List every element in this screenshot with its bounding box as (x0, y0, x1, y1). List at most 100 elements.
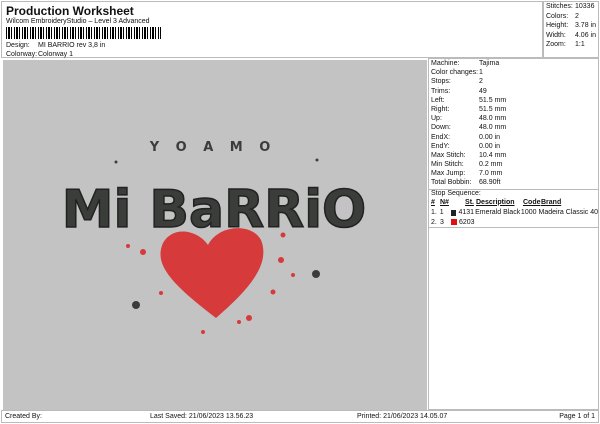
stat-value: 2 (575, 12, 579, 20)
heart-splatter (126, 228, 295, 334)
worksheet-header: Production Worksheet Wilcom EmbroiderySt… (1, 1, 543, 58)
details-panel: Machine: Tajima Color changes: 1 Stops: 2 Trim… (428, 58, 599, 410)
col-num: # (431, 198, 435, 206)
design-dot (312, 270, 320, 278)
detail-value: 68.90ft (479, 179, 501, 187)
detail-label: Stops: (431, 78, 451, 86)
detail-value: Tajima (479, 60, 500, 67)
embroidery-design: Y O A M O Mi BaRRiO (61, 140, 367, 334)
stat-value: 1:1 (575, 41, 585, 48)
detail-label: Max Jump: (431, 170, 466, 178)
detail-label: Machine: (431, 60, 460, 67)
detail-label: Up: (431, 115, 442, 123)
design-text-top: Y O A M O (149, 140, 277, 155)
detail-label: Down: (431, 124, 451, 132)
detail-row: EndX: 0.00 in (429, 134, 598, 143)
stat-label: Colors: (546, 12, 569, 20)
design-row: Design: MI BARRIO rev 3,8 in (6, 42, 105, 49)
colorway-label: Colorway: (6, 51, 38, 58)
col-st: St. (465, 198, 474, 206)
stop-row: 1. 1 4131 Emerald Black 1000 Madeira Classic … (429, 208, 598, 218)
stat-label: Width: (546, 31, 566, 39)
design-dot (132, 301, 140, 309)
col-code: Code (523, 198, 541, 206)
detail-value: 1 (479, 69, 483, 77)
detail-value: 0.2 mm (479, 161, 503, 169)
page-number: Page 1 of 1 (559, 413, 595, 420)
stat-label: Stitches: (546, 3, 573, 10)
detail-value: 10.4 mm (479, 151, 507, 159)
detail-row: EndY: 0.00 in (429, 143, 598, 152)
col-description: Description (476, 198, 515, 206)
detail-row: Max Jump: 7.0 mm (429, 170, 598, 179)
detail-value: 51.5 mm (479, 105, 507, 113)
design-text-main: Mi BaRRiO (62, 180, 367, 240)
detail-label: Color changes: (431, 69, 479, 77)
needle-num: 1 (439, 209, 444, 217)
design-dot (114, 160, 118, 164)
detail-value: 51.5 mm (479, 96, 507, 104)
detail-label: Left: (431, 96, 445, 104)
detail-value: 0.00 in (479, 142, 501, 150)
detail-row: Stops: 2 (429, 78, 598, 87)
detail-value: 7.0 mm (479, 170, 503, 178)
detail-value: 48.0 mm (479, 115, 507, 123)
design-label: Design: (6, 42, 30, 49)
stop-num: 2. (431, 218, 437, 226)
thread-code: 1000 (520, 209, 537, 217)
stat-row: Stitches: 10336 (546, 3, 596, 13)
stat-label: Zoom: (546, 41, 566, 48)
stat-value: 3.78 in (574, 22, 596, 29)
stats-box: Stitches: 10336 Colors: 2 Height: 3.78 in Widt… (543, 1, 599, 58)
stat-row: Zoom: 1:1 (546, 41, 596, 51)
stat-row: Height: 3.78 in (546, 22, 596, 32)
detail-label: Trims: (431, 87, 451, 95)
stitch-count: 6203 (459, 218, 475, 226)
col-brand: Brand (541, 198, 562, 206)
stop-num: 1. (431, 209, 437, 217)
detail-label: Max Stitch: (431, 151, 466, 159)
stat-row: Colors: 2 (546, 13, 596, 23)
detail-row: Down: 48.0 mm (429, 124, 598, 133)
design-dot (315, 158, 319, 162)
stat-label: Height: (546, 22, 569, 29)
stop-row: 2. 3 6203 (429, 217, 598, 227)
design-value: MI BARRIO rev 3,8 in (38, 42, 106, 49)
stitch-count: 4131 (458, 209, 475, 217)
detail-row: Machine: Tajima (429, 60, 598, 69)
color-swatch (451, 219, 457, 226)
stat-value: 10336 (575, 3, 595, 10)
needle-num: 3 (440, 218, 444, 226)
thread-brand: Madeira Classic 40 (538, 209, 599, 217)
detail-row: Up: 48.0 mm (429, 115, 598, 124)
software-name: Wilcom EmbroideryStudio – Level 3 Advanc… (6, 18, 150, 25)
detail-label: Total Bobbin: (431, 179, 472, 187)
last-saved: Last Saved: 21/06/2023 13.56.23 (150, 413, 254, 420)
colorway-row: Colorway: Colorway 1 (6, 51, 73, 58)
colorway-value: Colorway 1 (38, 51, 74, 58)
detail-row: Right: 51.5 mm (429, 106, 598, 115)
detail-row: Min Stitch: 0.2 mm (429, 161, 598, 170)
detail-label: Right: (431, 105, 450, 113)
detail-value: 48.0 mm (479, 124, 507, 132)
printed: Printed: 21/06/2023 14.05.07 (357, 413, 448, 420)
stop-sequence-label: Stop Sequence: (431, 189, 481, 197)
detail-row: Max Stitch: 10.4 mm (429, 152, 598, 161)
thread-description: Emerald Black (475, 209, 521, 217)
detail-label: EndY: (431, 142, 450, 150)
page-title: Production Worksheet (6, 4, 134, 18)
stat-value: 4.06 in (574, 31, 596, 39)
created-by: Created By: (5, 413, 42, 420)
design-preview: Y O A M O Mi BaRRiO (3, 60, 427, 410)
detail-row: Color changes: 1 (429, 69, 598, 78)
detail-row: Trims: 49 (429, 88, 598, 97)
stat-row: Width: 4.06 in (546, 32, 596, 42)
stop-sequence-header: # N# St. Description Code Brand (429, 199, 598, 208)
detail-row: Total Bobbin: 68.90ft (429, 179, 598, 188)
color-swatch (450, 209, 457, 216)
detail-row: Left: 51.5 mm (429, 97, 598, 106)
detail-value: 0.00 in (479, 133, 501, 141)
detail-value: 49 (479, 87, 487, 95)
barcode (6, 27, 161, 39)
detail-label: EndX: (431, 133, 451, 141)
